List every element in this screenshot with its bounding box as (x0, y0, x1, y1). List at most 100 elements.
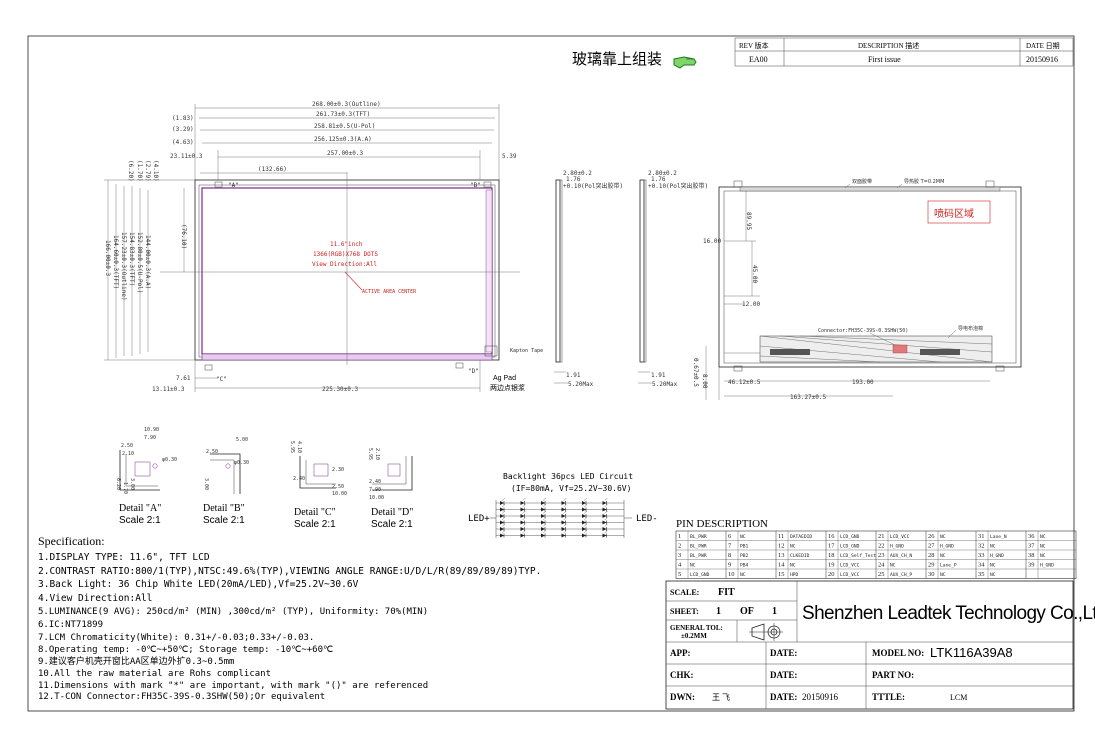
rev-header: REV 版本 (739, 41, 769, 50)
pin-signal: H_GND (990, 553, 1004, 559)
pin-signal: NC (790, 544, 796, 550)
led-diode-icon (520, 497, 526, 505)
foam-label: 导电布泡棉 (958, 325, 983, 332)
pin-signal: NC (740, 534, 746, 540)
side-view-1: 2.80±0.2 1.76 +0.10(Pol突出胶带) 1.91 5.20Ma… (554, 170, 623, 388)
pin-number: 32 (978, 543, 985, 550)
pin-number: 36 (1028, 533, 1035, 540)
pin-number: 20 (828, 571, 835, 578)
corner-label-d: "D" (468, 368, 479, 375)
dim-257: 257.00±0.3 (327, 150, 364, 157)
pin-number: 12 (778, 543, 785, 550)
dim-center-vertical: (76.10) (180, 224, 187, 249)
led-diode-icon (582, 530, 588, 538)
led-diode-icon (582, 497, 588, 505)
pin-signal: PB2 (740, 553, 749, 559)
pin-signal: PB1 (740, 544, 749, 550)
scale-value: FIT (718, 587, 735, 598)
led-diode-icon (541, 510, 547, 518)
spec-line-1: 1.DISPLAY TYPE: 11.6", TFT LCD (38, 552, 210, 563)
pin-number: 35 (978, 571, 985, 578)
detail-a-dim-5: 6.20 (115, 478, 121, 490)
detail-b-scale: Scale 2:1 (203, 515, 245, 526)
detail-b: 5.00 2.50 φ0.30 3.00 Detail "B" Scale 2:… (203, 437, 249, 526)
dim-tl-3: 23.11±0.3 (170, 153, 203, 160)
led-diode-icon (541, 517, 547, 525)
pin-title: PIN DESCRIPTION (676, 518, 768, 530)
spec-title: Specification: (38, 534, 105, 548)
pin-number: 3 (678, 552, 681, 559)
side-view-2: 2.80±0.2 1.76 +0.10(Pol突出胶带) 1.91 5.20Ma… (638, 170, 708, 388)
detail-a-dim-3: 2.10 (122, 451, 134, 457)
detail-b-dim-1: 2.50 (206, 449, 218, 455)
pin-signal: LCD_VCC (890, 534, 910, 540)
detail-c-scale: Scale 2:1 (294, 519, 336, 530)
pin-number: 6 (728, 533, 732, 540)
spec-line-4: 4.View Direction:All (38, 593, 152, 604)
led-diode-icon (520, 504, 526, 512)
pin-signal: Lane_N (990, 534, 1007, 540)
revision-table: REV 版本 DESCRIPTION 描述 DATE 日期 EA00 First… (734, 37, 1074, 67)
spec-line-9: 9.建议客户机壳开窗比AA区单边外扩0.3~0.5mm (38, 655, 234, 667)
pin-signal: NC (990, 544, 996, 550)
ag-pad-label: Ag Pad (493, 375, 516, 382)
dim-tft-width: 261.73±0.3(TFT) (316, 111, 370, 118)
led-diode-icon (500, 530, 506, 538)
back-dim-12: 12.00 (742, 301, 760, 308)
dim-tl-1: (3.29) (172, 126, 194, 133)
side2-bottom-1: 5.20Max (652, 381, 678, 388)
detail-a-dim-6: 1.70 (122, 482, 128, 494)
side1-dim-1: 1.76 (566, 176, 581, 183)
pin-number: 14 (778, 562, 785, 569)
desc-value: First issue (868, 55, 901, 64)
led-diode-icon (500, 510, 506, 518)
detail-d-scale: Scale 2:1 (371, 519, 413, 530)
spec-line-8: 8.Operating temp: -0℃~+50℃; Storage temp… (38, 645, 333, 655)
spec-line-11: 11.Dimensions with mark "*" are importan… (38, 681, 428, 691)
back-dim-46: 46.12±0.5 (728, 379, 761, 386)
pin-number: 29 (928, 562, 935, 569)
led-diode-icon (602, 510, 608, 518)
pin-number: 33 (978, 552, 985, 559)
pin-number: 5 (678, 571, 681, 578)
hand-pointer-icon (673, 56, 697, 69)
detail-d-dim-3: 7.90 (369, 487, 381, 493)
detail-c-dim-5: 10.00 (332, 491, 347, 497)
led-diode-icon (602, 517, 608, 525)
dim-tl-2: (4.63) (172, 139, 194, 146)
led-diode-icon (541, 504, 547, 512)
detail-d-dim-4: 10.00 (369, 495, 384, 501)
detail-c-dim-0: 5.95 (289, 441, 295, 453)
pin-grid: 1 BL_PWR 6 NC 11 DATAEDID 16 LCD_GND 21 LCD_VCC 26… (675, 530, 1077, 579)
pin-number: 17 (828, 543, 835, 550)
pin-signal: NC (940, 534, 946, 540)
pin-signal: NC (990, 563, 996, 569)
spec-line-10: 10.All the raw material are Rohs complic… (38, 669, 271, 679)
led-diode-icon (582, 510, 588, 518)
dim-lv-7: 154.83±0.3(TFT) (128, 232, 135, 286)
dim-lv-2: (2.79) (144, 160, 151, 182)
part-label: PART NO: (872, 670, 914, 680)
backlight-circuit: Backlight 36pcs LED Circuit (IF=80mA, Vf… (468, 472, 658, 538)
connector-label: Connector:FH35C-39S-0.3SHW(50) (818, 328, 908, 334)
led-minus-label: LED- (636, 514, 658, 524)
pin-signal: H_GND (890, 544, 904, 550)
pin-signal: NC (940, 572, 946, 578)
dim-lv-3: (4.10) (152, 160, 159, 182)
back-dim-89: 89.95 (745, 212, 752, 230)
date-header: DATE 日期 (1026, 42, 1060, 50)
sheet-of: OF (740, 606, 754, 617)
led-diode-icon (500, 523, 506, 531)
center-text-size: 11.6"inch (330, 241, 363, 248)
pin-number: 31 (978, 533, 985, 540)
detail-a-title: Detail "A" (119, 503, 161, 514)
led-diode-icon (561, 510, 567, 518)
pin-signal: H_GND (1040, 563, 1054, 569)
led-diode-icon (520, 523, 526, 531)
detail-c-title: Detail "C" (294, 507, 336, 518)
led-diode-icon (561, 497, 567, 505)
pin-signal: BL_PWR (690, 534, 707, 540)
tol-label: GENERAL TOL: (670, 624, 723, 632)
led-diode-icon (602, 523, 608, 531)
detail-c-dim-1: 4.10 (296, 441, 302, 453)
